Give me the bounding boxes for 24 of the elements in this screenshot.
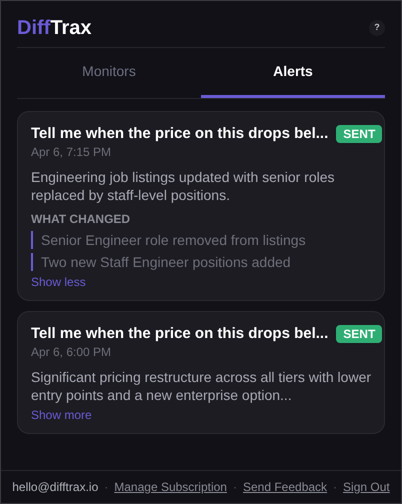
footer-link[interactable]: Manage Subscription — [114, 478, 227, 496]
toggle-link[interactable]: Show less — [31, 274, 86, 290]
toggle-link[interactable]: Show more — [31, 407, 92, 423]
alert-title: Tell me when the price on this drops bel... — [31, 124, 328, 144]
logo: DiffTrax — [17, 16, 92, 40]
tab[interactable]: Monitors — [17, 48, 201, 98]
separator-dot: · — [104, 479, 108, 496]
alert-date: Apr 6, 7:15 PM — [31, 144, 112, 160]
help-button[interactable]: ? — [369, 20, 385, 36]
section-heading: WHAT CHANGED — [31, 211, 132, 227]
alert-summary: Significant pricing restructure across all tiers with lower entry points and a new enterprise option... — [31, 368, 371, 404]
footer-link[interactable]: Sign Out — [343, 478, 390, 496]
footer-link[interactable]: Send Feedback — [242, 478, 328, 496]
change-item: Senior Engineer role removed from listings — [31, 231, 371, 249]
status-badge: SENT — [336, 325, 382, 343]
user-email: hello@difftrax.io — [12, 479, 98, 496]
status-badge: SENT — [336, 125, 382, 143]
tab[interactable]: Alerts — [201, 48, 385, 98]
alert-title: Tell me when the price on this drops bel... — [31, 324, 328, 344]
separator-dot: · — [232, 479, 237, 496]
alert-date: Apr 6, 6:00 PM — [31, 344, 112, 360]
separator-dot: · — [333, 479, 338, 496]
alert-summary: Engineering job listings updated with senior roles replaced by staff-level positions. — [31, 168, 336, 204]
change-item: Two new Staff Engineer positions added — [31, 253, 371, 271]
